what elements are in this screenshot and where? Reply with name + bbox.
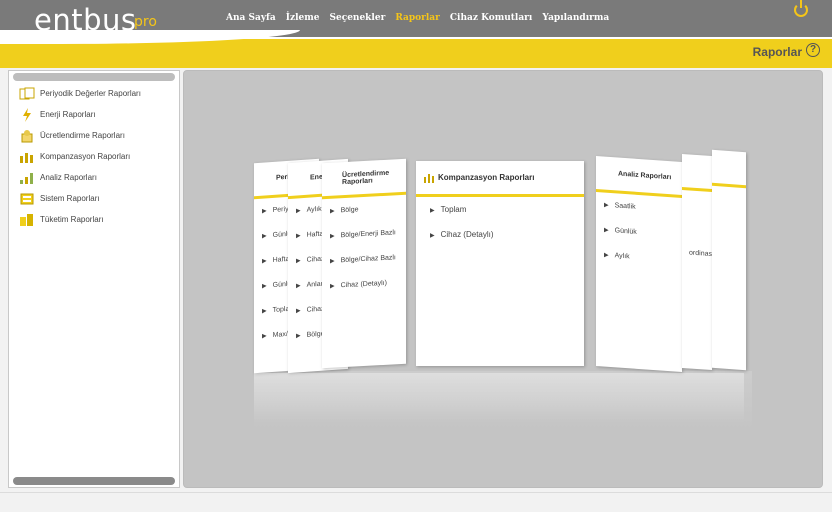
sidebar-item-analysis[interactable]: Analiz Raporları (9, 167, 179, 188)
help-icon[interactable]: ? (806, 43, 820, 57)
energy-icon (296, 173, 306, 184)
card-item[interactable]: ordinas (682, 240, 712, 267)
reports-carousel: Periyo ▶ Periyod ▶ Günlük ▶ Haftalı ▶ Günlük… (183, 70, 823, 488)
report-card-system[interactable]: ordinas (682, 153, 712, 371)
card-item-device-detail[interactable]: ▶ Cihaz (Detaylı) (416, 222, 584, 247)
card-item[interactable] (682, 190, 712, 217)
power-icon[interactable] (794, 0, 808, 17)
nav-options[interactable]: Seçenekler (329, 13, 385, 23)
nav-reports[interactable]: Raporlar (395, 13, 440, 23)
sidebar-bottom-bar (13, 477, 175, 485)
card-reflection (254, 373, 744, 423)
sidebar-item-label: Kompanzasyon Raporları (40, 152, 131, 161)
periodic-icon (262, 174, 272, 185)
card-title: Kompanzasyon Raporları (438, 173, 535, 182)
sidebar-item-energy[interactable]: Enerji Raporları (9, 104, 179, 125)
card-item[interactable]: ▶ Bölge/Cihaz Bazlı (322, 245, 406, 274)
card-head (682, 153, 712, 193)
report-card-compensation[interactable]: Kompanzasyon Raporları ▶ Toplam ▶ Cihaz (D… (416, 161, 584, 366)
card-title: Ücretlendirme Raporları (342, 169, 390, 186)
card-item[interactable]: ▶ Aylık (596, 242, 682, 273)
nav-monitoring[interactable]: İzleme (286, 13, 320, 23)
nav-home[interactable]: Ana Sayfa (226, 13, 276, 23)
sidebar-item-pricing[interactable]: Ücretlendirme Raporları (9, 125, 179, 146)
band-divider (0, 37, 832, 39)
sidebar-item-system[interactable]: Sistem Raporları (9, 188, 179, 209)
periodic-icon (19, 87, 35, 101)
sidebar-item-label: Tüketim Raporları (40, 215, 104, 224)
compensation-icon (424, 173, 434, 183)
pricing-icon (330, 174, 338, 184)
sidebar-item-label: Analiz Raporları (40, 173, 97, 182)
pricing-icon (19, 129, 35, 143)
report-card-consumption[interactable] (712, 149, 746, 371)
sidebar: Periyodik Değerler Raporları Enerji Rapo… (8, 70, 180, 488)
sidebar-item-label: Ücretlendirme Raporları (40, 131, 125, 140)
card-item[interactable] (682, 215, 712, 242)
consumption-icon (19, 213, 35, 227)
logo-suffix: pro (134, 14, 157, 30)
nav-device-commands[interactable]: Cihaz Komutları (450, 13, 532, 23)
nav-configuration[interactable]: Yapılandırma (542, 13, 609, 23)
card-head (712, 149, 746, 189)
card-title: Analiz Raporları (618, 170, 672, 182)
system-icon (19, 192, 35, 206)
sidebar-top-bar (13, 73, 175, 81)
sidebar-item-periodic[interactable]: Periyodik Değerler Raporları (9, 83, 179, 104)
sidebar-item-label: Sistem Raporları (40, 194, 100, 203)
sidebar-item-label: Enerji Raporları (40, 110, 96, 119)
report-card-analysis[interactable]: Analiz Raporları ▶ Saatlik ▶ Günlük ▶ Aylık (596, 155, 682, 373)
card-item-total[interactable]: ▶ Toplam (416, 197, 584, 222)
footer (0, 492, 832, 512)
analysis-icon (19, 171, 35, 185)
sidebar-item-compensation[interactable]: Kompanzasyon Raporları (9, 146, 179, 167)
energy-icon (19, 107, 35, 122)
card-item[interactable]: ▶ Cihaz (Detaylı) (322, 270, 406, 299)
report-card-pricing[interactable]: Ücretlendirme Raporları ▶ Bölge ▶ Bölge/En… (322, 158, 406, 369)
compensation-icon (19, 150, 35, 164)
sidebar-item-label: Periyodik Değerler Raporları (40, 89, 141, 98)
analysis-icon (604, 168, 614, 179)
page-title: Raporlar (752, 45, 802, 59)
main-nav: Ana Sayfa İzleme Seçenekler Raporlar Cih… (226, 13, 609, 23)
sidebar-item-consumption[interactable]: Tüketim Raporları (9, 209, 179, 230)
